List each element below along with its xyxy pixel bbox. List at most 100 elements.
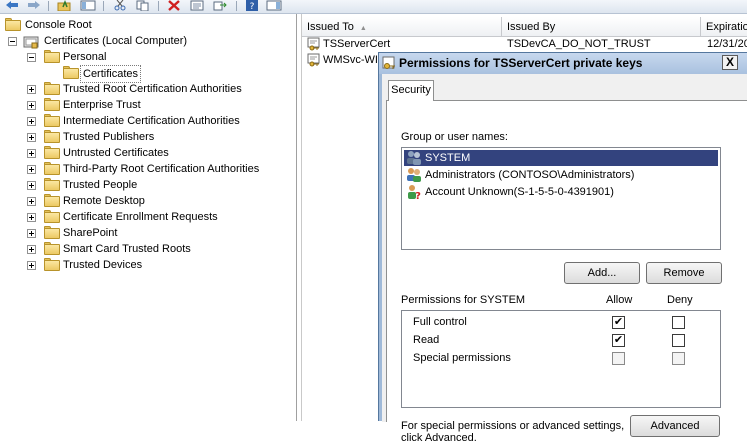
column-header-issued-by[interactable]: Issued By [502, 17, 701, 37]
user-name: Account Unknown(S-1-5-5-0-4391901) [425, 186, 614, 198]
delete-icon[interactable] [167, 0, 181, 11]
toolbar: ? [0, 0, 747, 14]
expand-toggle[interactable] [27, 101, 36, 110]
expand-toggle[interactable] [27, 133, 36, 142]
cell-issued-by: TSDevCA_DO_NOT_TRUST [507, 38, 651, 50]
add-button[interactable]: Add... [564, 262, 640, 284]
tree-item-console-root[interactable]: Console Root [0, 17, 290, 33]
checkmark-icon: ✔ [613, 334, 624, 346]
tree-item-folder[interactable]: Trusted Publishers [0, 129, 290, 145]
permission-name: Read [413, 334, 440, 346]
tree-item-folder[interactable]: Trusted Devices [0, 257, 290, 273]
folder-icon [44, 50, 60, 63]
show-hide-tree-icon[interactable] [80, 0, 96, 11]
folder-icon [44, 226, 60, 239]
expand-toggle[interactable] [27, 117, 36, 126]
tree-item-folder[interactable]: Trusted People [0, 177, 290, 193]
deny-checkbox[interactable] [672, 316, 685, 329]
expand-toggle[interactable] [27, 197, 36, 206]
table-row[interactable]: TSServerCert TSDevCA_DO_NOT_TRUST 12/31/… [302, 36, 747, 52]
unknown-user-icon: ? [406, 184, 422, 202]
toolbar-separator [48, 1, 49, 11]
collapse-toggle[interactable] [27, 53, 36, 62]
close-button[interactable]: X [722, 55, 738, 70]
tree-item-label: SharePoint [63, 227, 118, 239]
toolbar-separator [158, 1, 159, 11]
export-list-icon[interactable] [213, 0, 227, 11]
allow-checkbox [612, 352, 625, 365]
permissions-for-label: Permissions for SYSTEM [401, 294, 526, 306]
tree-item-folder[interactable]: Untrusted Certificates [0, 145, 290, 161]
folder-icon [44, 242, 60, 255]
deny-checkbox [672, 352, 685, 365]
group-or-user-names-label: Group or user names: [401, 131, 508, 143]
expand-toggle[interactable] [27, 261, 36, 270]
folder-icon [44, 114, 60, 127]
tree-item-folder[interactable]: SharePoint [0, 225, 290, 241]
tree-item-certificates-local-computer[interactable]: Certificates (Local Computer) [0, 33, 290, 49]
allow-checkbox[interactable]: ✔ [612, 316, 625, 329]
advanced-help-text: For special permissions or advanced sett… [401, 420, 625, 432]
permission-row-special-permissions: Special permissions [402, 350, 720, 368]
properties-icon[interactable] [190, 0, 204, 11]
tree-item-label: Personal [63, 51, 107, 63]
tree-item-folder[interactable]: Remote Desktop [0, 193, 290, 209]
svg-text:?: ? [250, 2, 255, 11]
users-group-icon [406, 167, 422, 183]
certificate-key-icon [307, 53, 321, 67]
help-icon[interactable]: ? [245, 0, 259, 12]
tree-item-folder[interactable]: Third-Party Root Certification Authoriti… [0, 161, 290, 177]
folder-icon [44, 162, 60, 175]
tree-item-label: Smart Card Trusted Roots [63, 243, 191, 255]
remove-button[interactable]: Remove [646, 262, 722, 284]
list-item-account-unknown[interactable]: ? Account Unknown(S-1-5-5-0-4391901) [404, 184, 718, 202]
list-item-system[interactable]: SYSTEM [404, 150, 718, 166]
certificate-key-icon [307, 37, 321, 51]
column-header-issued-to[interactable]: Issued To ▲ [302, 17, 502, 37]
column-header-label: Issued To [307, 21, 354, 33]
list-item-administrators[interactable]: Administrators (CONTOSO\Administrators) [404, 167, 718, 183]
tree-item-folder[interactable]: Trusted Root Certification Authorities [0, 81, 290, 97]
permissions-dialog: Permissions for TSServerCert private key… [378, 52, 747, 444]
tree-item-folder[interactable]: Intermediate Certification Authorities [0, 113, 290, 129]
folder-icon [44, 258, 60, 271]
tree-item-label: Certificates (Local Computer) [44, 35, 188, 47]
expand-toggle[interactable] [27, 85, 36, 94]
deny-checkbox[interactable] [672, 334, 685, 347]
tab-security[interactable]: Security [388, 80, 434, 101]
tree-item-personal[interactable]: Personal [0, 49, 290, 65]
user-list[interactable]: SYSTEM Administrators (CONTOSO\Administr… [401, 147, 721, 250]
expand-toggle[interactable] [27, 149, 36, 158]
forward-icon[interactable] [27, 0, 41, 11]
user-name: SYSTEM [425, 152, 471, 164]
button-label: Remove [663, 267, 705, 279]
tree-item-label: Untrusted Certificates [63, 147, 169, 159]
up-folder-icon[interactable] [57, 0, 71, 12]
tree-item-label: Enterprise Trust [63, 99, 141, 111]
cell-issued-to: WMSvc-WI [323, 54, 378, 66]
copy-icon[interactable] [136, 0, 150, 12]
cut-icon[interactable] [113, 0, 127, 11]
expand-toggle[interactable] [27, 181, 36, 190]
back-icon[interactable] [5, 0, 19, 11]
show-action-pane-icon[interactable] [266, 0, 282, 11]
expand-toggle[interactable] [27, 213, 36, 222]
permission-name: Special permissions [413, 352, 511, 364]
tree-item-folder[interactable]: Enterprise Trust [0, 97, 290, 113]
column-header-label: Expiratio [706, 21, 747, 33]
expand-toggle[interactable] [27, 229, 36, 238]
advanced-button[interactable]: Advanced [630, 415, 720, 437]
allow-checkbox[interactable]: ✔ [612, 334, 625, 347]
expand-toggle[interactable] [27, 245, 36, 254]
tree-item-folder[interactable]: Certificate Enrollment Requests [0, 209, 290, 225]
expand-toggle[interactable] [27, 165, 36, 174]
tab-label: Security [391, 84, 431, 96]
tree-item-folder[interactable]: Smart Card Trusted Roots [0, 241, 290, 257]
dialog-title-bar[interactable]: Permissions for TSServerCert private key… [379, 53, 747, 74]
tree-item-label: Third-Party Root Certification Authoriti… [63, 163, 260, 175]
collapse-toggle[interactable] [8, 37, 17, 46]
folder-icon [44, 194, 60, 207]
button-label: Advanced [650, 420, 700, 432]
column-header-expiration[interactable]: Expiratio [701, 17, 747, 37]
tree-item-personal-certificates[interactable]: Certificates [0, 65, 290, 83]
